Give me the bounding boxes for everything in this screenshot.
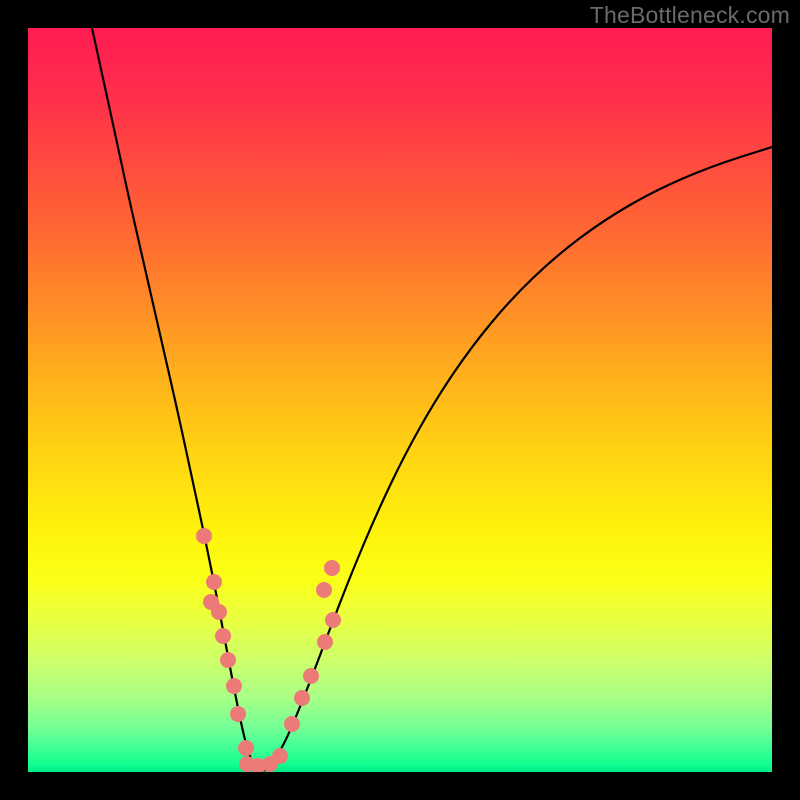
data-dot <box>325 612 341 628</box>
data-dot <box>294 690 310 706</box>
data-dot <box>206 574 222 590</box>
right-curve <box>262 147 772 772</box>
data-dot <box>324 560 340 576</box>
data-dots <box>196 528 341 772</box>
data-dot <box>215 628 231 644</box>
data-dot <box>272 748 288 764</box>
data-dot <box>196 528 212 544</box>
plot-area <box>28 28 772 772</box>
data-dot <box>226 678 242 694</box>
data-dot <box>317 634 333 650</box>
data-dot <box>230 706 246 722</box>
data-dot <box>238 740 254 756</box>
data-dot <box>284 716 300 732</box>
data-dot <box>303 668 319 684</box>
data-dot <box>316 582 332 598</box>
watermark-text: TheBottleneck.com <box>590 2 790 29</box>
data-dot <box>220 652 236 668</box>
left-curve <box>92 28 262 772</box>
chart-svg <box>28 28 772 772</box>
data-dot <box>211 604 227 620</box>
chart-frame: TheBottleneck.com <box>0 0 800 800</box>
